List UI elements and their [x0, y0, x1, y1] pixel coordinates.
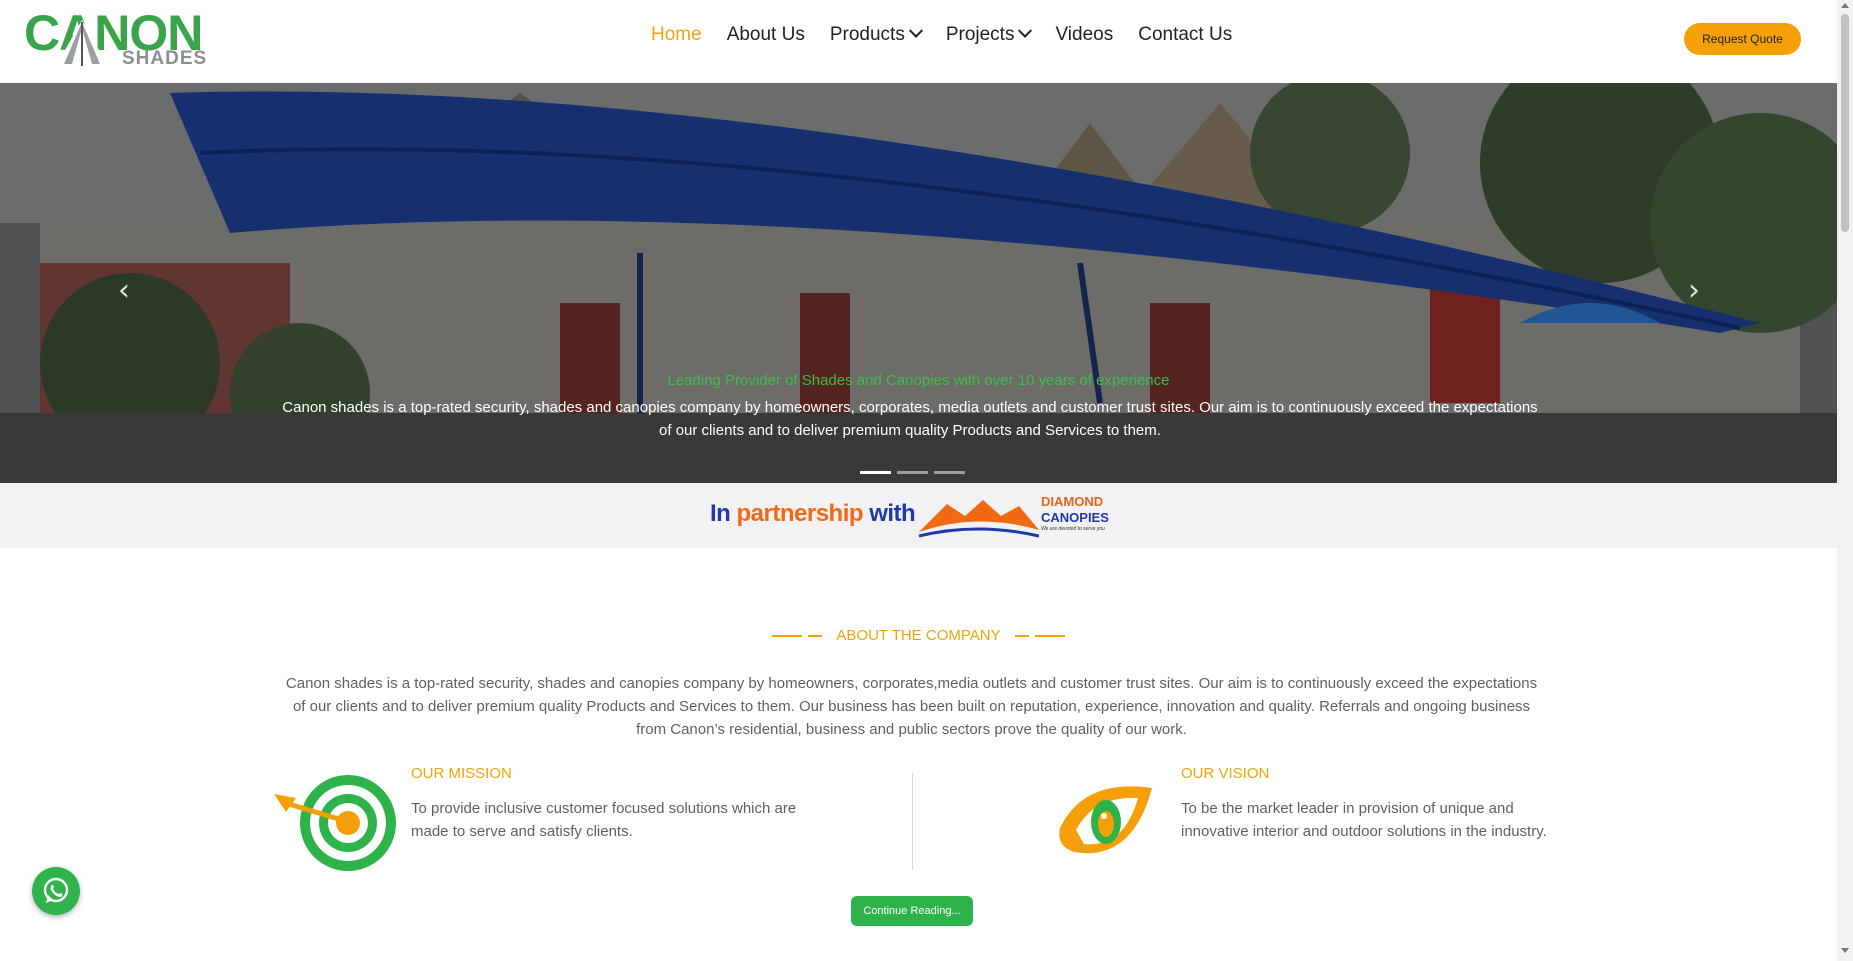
chevron-down-icon — [1018, 23, 1033, 38]
nav-projects[interactable]: Projects — [945, 23, 1033, 46]
nav-videos[interactable]: Videos — [1055, 24, 1113, 46]
about-heading-text: ABOUT THE COMPANY — [836, 627, 1001, 644]
tent-logo-icon — [56, 20, 108, 66]
site-header: CANON SHADES Home About Us Products Proj… — [0, 0, 1837, 83]
about-description: Canon shades is a top-rated security, sh… — [285, 675, 1538, 738]
carousel-indicator[interactable] — [934, 471, 965, 474]
heading-dash — [772, 634, 803, 637]
partnership-banner: In partnership with DIAMOND CANOPIES We … — [0, 483, 1837, 548]
nav-home-label: Home — [651, 24, 702, 45]
carousel-prev-icon[interactable]: ‹ — [118, 273, 130, 308]
hero-tagline: Leading Provider of Shades and Canopies … — [667, 372, 1170, 389]
partner-with-word: with — [869, 500, 916, 527]
nav-about-label: About Us — [726, 24, 805, 45]
nav-projects-label: Projects — [945, 24, 1015, 45]
diamond-text: DIAMOND — [1041, 494, 1104, 509]
eye-icon — [1059, 786, 1152, 854]
request-quote-button[interactable]: Request Quote — [1684, 23, 1801, 55]
canopies-text: CANOPIES — [1041, 510, 1109, 525]
partner-in-word: In — [710, 500, 731, 527]
nav-home[interactable]: Home — [651, 24, 702, 46]
chevron-down-icon — [908, 23, 923, 38]
whatsapp-icon — [43, 877, 69, 903]
continue-reading-button[interactable]: Continue Reading... — [851, 896, 973, 926]
nav-products[interactable]: Products — [829, 23, 923, 46]
carousel-indicator[interactable] — [860, 471, 891, 474]
heading-dash — [808, 634, 823, 637]
diamond-canopies-logo-icon[interactable] — [917, 492, 1039, 538]
canon-shades-logo[interactable]: CANON SHADES — [24, 8, 210, 70]
carousel-next-icon[interactable]: › — [1688, 273, 1700, 308]
carousel-indicators — [860, 471, 965, 474]
logo-sub-text: SHADES — [122, 48, 208, 69]
mission-vision-divider — [912, 773, 913, 870]
nav-contact-us[interactable]: Contact Us — [1138, 24, 1232, 46]
nav-about-us[interactable]: About Us — [727, 24, 805, 46]
nav-products-label: Products — [829, 24, 905, 45]
mission-text: To provide inclusive customer focused so… — [411, 800, 797, 840]
vision-title: OUR VISION — [1181, 765, 1270, 782]
page-scrollbar[interactable] — [1837, 0, 1853, 961]
target-icon — [274, 775, 396, 871]
heading-dash — [1034, 634, 1065, 637]
hero-description: Canon shades is a top-rated security, sh… — [282, 399, 1538, 439]
scroll-up-icon[interactable] — [1841, 3, 1849, 8]
nav-contact-label: Contact Us — [1138, 24, 1233, 45]
mission-title: OUR MISSION — [411, 765, 512, 782]
nav-videos-label: Videos — [1055, 24, 1114, 45]
about-heading: ABOUT THE COMPANY — [0, 627, 1837, 644]
whatsapp-button[interactable] — [32, 867, 80, 915]
scroll-down-icon[interactable] — [1841, 948, 1849, 953]
main-nav: Home About Us Products Projects Videos C… — [651, 23, 1257, 46]
partner-partnership-word: partnership — [736, 500, 864, 527]
scrollbar-thumb[interactable] — [1841, 14, 1849, 232]
heading-dash — [1014, 634, 1029, 637]
partnership-text: In partnership with — [710, 500, 916, 528]
hero-carousel: ‹ › Leading Provider of Shades and Canop… — [0, 83, 1837, 483]
diamond-tagline: We are devoted to serve you — [1041, 526, 1105, 532]
carousel-indicator[interactable] — [897, 471, 928, 474]
vision-text: To be the market leader in provision of … — [1181, 800, 1547, 840]
